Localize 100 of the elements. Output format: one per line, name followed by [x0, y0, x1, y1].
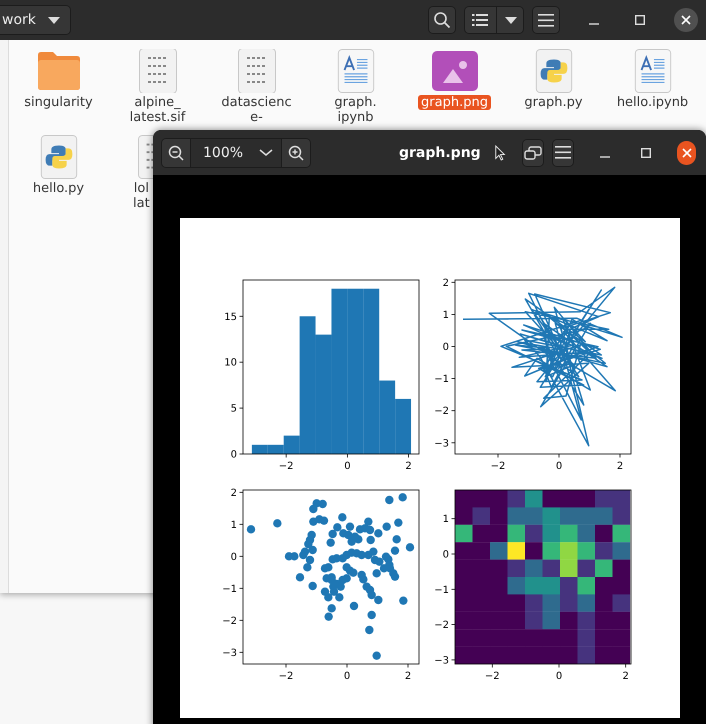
tick-label: −1 — [434, 374, 449, 386]
tick-label: −3 — [434, 655, 449, 666]
tick-label: 0 — [344, 461, 351, 472]
zoom-level-dropdown[interactable]: 100% — [190, 138, 282, 166]
caret-icon — [48, 16, 60, 24]
tick-label: −3 — [434, 438, 449, 450]
tick-label: 2 — [442, 278, 449, 289]
tick-mark — [346, 454, 348, 458]
tick-label: 2 — [622, 671, 629, 682]
tick-mark — [451, 410, 456, 412]
file-name[interactable]: singularity — [21, 95, 96, 110]
tick-mark — [239, 492, 244, 493]
tick-mark — [451, 378, 456, 379]
tick-label: 1 — [230, 520, 237, 531]
tick-mark — [239, 316, 244, 317]
view-options-button[interactable] — [464, 6, 524, 34]
tick-mark — [451, 314, 456, 315]
file-name[interactable]: graph.py — [521, 95, 586, 110]
search-button[interactable] — [428, 6, 456, 34]
search-icon — [433, 11, 451, 29]
tick-label: 0 — [230, 552, 237, 563]
window-mode-button[interactable] — [522, 138, 544, 166]
tick-mark — [451, 518, 456, 520]
tick-label: 1 — [442, 310, 449, 321]
tick-label: −2 — [490, 461, 506, 472]
chevron-down-icon — [259, 148, 273, 156]
tick-mark — [451, 346, 456, 347]
tick-mark — [492, 664, 493, 668]
close-icon — [682, 148, 692, 158]
tick-label: 0 — [442, 342, 449, 353]
binary-file-icon[interactable] — [138, 49, 176, 93]
overlapping-windows-icon — [524, 146, 542, 160]
file-name[interactable]: datascienc e- — [218, 95, 295, 125]
tick-label: 2 — [405, 461, 412, 472]
tick-label: −2 — [278, 671, 294, 682]
tick-label: 2 — [616, 461, 624, 472]
tick-mark — [239, 652, 244, 653]
tick-mark — [239, 362, 244, 363]
close-icon — [681, 15, 691, 25]
tick-label: −2 — [484, 671, 500, 682]
tick-mark — [239, 588, 244, 589]
file-name[interactable]: hello.ipynb — [614, 95, 692, 110]
close-button[interactable] — [677, 140, 696, 164]
menu-icon — [554, 146, 571, 159]
document-icon[interactable] — [634, 49, 672, 93]
tick-label: 0 — [442, 550, 449, 560]
tick-label: 0 — [230, 450, 237, 460]
menu-button[interactable] — [532, 6, 560, 34]
maximize-icon — [641, 148, 652, 158]
tick-mark — [451, 624, 456, 625]
tick-label: 15 — [224, 312, 237, 323]
tick-label: −2 — [222, 616, 237, 627]
file-name[interactable]: lol lat — [130, 181, 153, 211]
python-file-icon[interactable] — [534, 49, 572, 93]
file-name[interactable]: hello.py — [30, 181, 88, 196]
maximize-icon — [635, 15, 645, 25]
minimize-icon — [600, 156, 610, 158]
tick-label: −2 — [278, 461, 294, 472]
tick-label: −2 — [434, 620, 449, 632]
tick-mark — [451, 282, 456, 283]
tick-mark — [239, 556, 244, 557]
image-file-icon[interactable] — [432, 49, 478, 93]
menu-icon — [538, 14, 554, 26]
tick-label: −1 — [222, 584, 237, 595]
menu-button[interactable] — [552, 138, 574, 166]
caret-icon — [504, 16, 516, 24]
zoom-out-icon — [168, 144, 184, 160]
tick-label: 10 — [224, 358, 237, 369]
tick-label: 0 — [556, 461, 562, 472]
tick-label: 2 — [404, 671, 412, 682]
binary-file-icon[interactable] — [138, 135, 153, 179]
minimize-icon — [589, 23, 599, 25]
python-file-icon[interactable] — [40, 135, 78, 179]
tick-mark — [239, 620, 244, 621]
tick-mark — [286, 454, 287, 458]
file-name[interactable]: alpine_ latest.sif — [126, 95, 188, 125]
file-name[interactable]: graph.png — [418, 95, 491, 110]
file-name[interactable]: graph. ipynb — [331, 95, 380, 125]
zoom-in-icon — [288, 144, 304, 160]
tick-label: 1 — [442, 514, 449, 526]
tick-label: −3 — [222, 648, 237, 659]
binary-file-icon[interactable] — [238, 49, 276, 93]
document-icon[interactable] — [336, 49, 374, 93]
window-title: graph.png — [399, 144, 481, 160]
tick-mark — [451, 442, 456, 444]
tick-mark — [625, 664, 626, 668]
tick-mark — [451, 588, 456, 590]
tick-mark — [408, 454, 409, 458]
path-button[interactable]: work — [0, 5, 71, 35]
tick-label: 0 — [344, 671, 350, 682]
tick-label: 2 — [230, 488, 237, 499]
tick-label: −2 — [434, 406, 449, 418]
tick-mark — [346, 664, 348, 668]
mouse-pointer-icon — [494, 142, 506, 162]
tick-mark — [558, 664, 560, 668]
close-button[interactable] — [674, 8, 698, 32]
tick-label: 0 — [556, 671, 562, 682]
tick-label: 5 — [230, 404, 237, 415]
list-view-icon — [472, 13, 488, 27]
tick-mark — [239, 524, 244, 525]
